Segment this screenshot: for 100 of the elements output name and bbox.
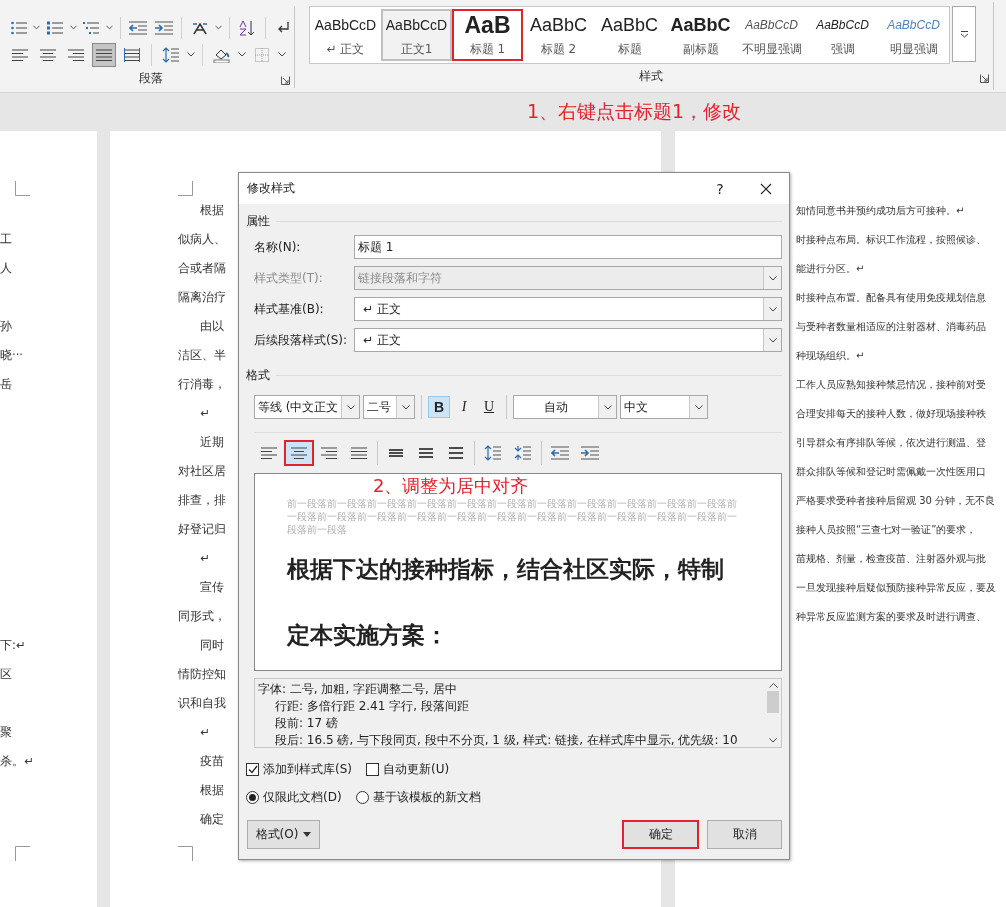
annotation-text: 1、右键点击标题1，修改 — [527, 99, 742, 124]
document-text: 好登记归 — [178, 522, 226, 536]
chevron-down-icon — [69, 25, 77, 31]
document-text: 根据 — [200, 203, 224, 217]
italic-button[interactable]: I — [453, 396, 475, 418]
field-label: 样式类型(T): — [254, 269, 324, 287]
document-text: 近期 — [200, 435, 224, 449]
line-spacing-icon — [448, 446, 464, 460]
chevron-down-icon — [401, 404, 410, 410]
radio-button[interactable] — [246, 791, 259, 804]
dialog-launcher-icon[interactable] — [980, 74, 989, 83]
document-text: 同时 — [200, 638, 224, 652]
document-text: ↵ — [200, 406, 210, 420]
document-text: 杀。↵ — [0, 754, 34, 768]
checkbox[interactable] — [366, 763, 379, 776]
document-text: 人 — [0, 261, 12, 275]
style-gallery-item[interactable]: AaBbCcD 强调 — [807, 9, 878, 61]
field-label: 样式基准(B): — [254, 300, 325, 318]
document-text: 聚 — [0, 725, 12, 739]
cancel-button[interactable]: 取消 — [707, 820, 782, 849]
field-label: 后续段落样式(S): — [254, 331, 349, 349]
style-gallery-item[interactable]: AaBbCcD 正文1 — [381, 9, 452, 61]
bullet-list-icon — [10, 20, 27, 35]
paragraph-spacing-icon — [162, 46, 180, 63]
center-button[interactable] — [284, 440, 314, 466]
underline-button[interactable]: U — [478, 396, 500, 418]
ok-button[interactable]: 确定 — [622, 820, 699, 849]
font-size-dropdown[interactable]: 二号 — [363, 395, 415, 419]
checkbox-label[interactable]: 添加到样式库(S) — [263, 761, 352, 778]
document-text: 时接种点布局。标识工作流程，按照候诊、 — [796, 234, 986, 245]
margin-corner-mark — [178, 846, 193, 861]
document-text: 对社区居 — [178, 464, 226, 478]
multilevel-list-icon — [83, 20, 100, 35]
style-gallery-item[interactable]: AaB 标题 1 — [452, 9, 523, 61]
document-text: 似病人、 — [178, 232, 226, 246]
chevron-down-icon — [694, 404, 703, 410]
checkbox-label[interactable]: 自动更新(U) — [383, 761, 450, 778]
alignment-icon — [12, 47, 28, 62]
margin-corner-mark — [15, 846, 30, 861]
document-text: 时接种点布置。配备具有使用免疫规划信息 — [796, 292, 986, 303]
font-dropdown[interactable]: 等线 (中文正文 — [254, 395, 360, 419]
chevron-down-icon — [959, 30, 969, 38]
document-text: 合理安排每天的接种人数，做好现场接种秩 — [796, 408, 986, 419]
margin-corner-mark — [15, 181, 30, 196]
dropdown-field[interactable]: ↵ 正文 — [354, 328, 782, 352]
document-text: 隔离治疗 — [178, 290, 226, 304]
style-gallery-item[interactable]: AaBbCcD ↵ 正文 — [310, 9, 381, 61]
alignment-icon — [40, 47, 56, 62]
description-line: 字体: 二号, 加粗, 字距调整二号, 居中 — [258, 681, 458, 698]
letter-a-icon — [190, 20, 209, 35]
radio-button[interactable] — [355, 791, 369, 804]
paragraph-spacing-icon — [514, 445, 532, 461]
document-text: 严格要求受种者接种后留观 30 分钟，无不良 — [796, 495, 996, 506]
section-heading: 属性 — [246, 212, 270, 230]
numbered-list-icon — [46, 20, 63, 35]
document-text: 引导群众有序排队等候，依次进行测温、登 — [796, 437, 986, 448]
font-color-dropdown[interactable]: 自动 — [513, 395, 617, 419]
chevron-down-icon — [214, 25, 222, 31]
outdent-icon — [551, 446, 569, 460]
input-field[interactable]: 标题 1 — [354, 235, 782, 259]
align-left-icon — [261, 446, 277, 460]
indent-icon — [581, 446, 599, 460]
radio-label[interactable]: 基于该模板的新文档 — [372, 789, 481, 806]
margin-corner-mark — [178, 181, 193, 196]
group-label: 样式 — [639, 67, 663, 85]
group-label: 段落 — [139, 69, 163, 87]
dropdown-field[interactable]: ↵ 正文 — [354, 297, 782, 321]
style-gallery-item[interactable]: AaBbC 标题 — [594, 9, 665, 61]
document-text: 行消毒， — [178, 377, 226, 391]
chevron-down-icon — [603, 404, 612, 410]
style-gallery-item[interactable]: AaBbC 副标题 — [665, 9, 736, 61]
document-text: 孙 — [0, 319, 12, 333]
style-gallery-item[interactable]: AaBbC 标题 2 — [523, 9, 594, 61]
chevron-down-icon — [33, 25, 41, 31]
chevron-down-icon — [768, 306, 777, 312]
language-dropdown[interactable]: 中文 — [620, 395, 708, 419]
chevron-up-icon — [768, 683, 778, 688]
bold-button[interactable]: B — [428, 396, 450, 418]
dialog-launcher-icon[interactable] — [281, 76, 290, 85]
alignment-icon — [68, 47, 84, 62]
align-right-icon — [321, 446, 337, 460]
style-gallery-item[interactable]: AaBbCcD 不明显强调 — [736, 9, 807, 61]
description-line: 行距: 多倍行距 2.41 字行, 段落间距 — [274, 698, 470, 715]
document-text: 确定 — [200, 812, 224, 826]
checkbox[interactable] — [246, 763, 259, 776]
return-arrow-icon — [276, 20, 291, 35]
document-text: 根据 — [200, 783, 224, 797]
help-button[interactable]: ? — [697, 180, 743, 197]
justify-button[interactable] — [92, 42, 116, 67]
radio-label[interactable]: 仅限此文档(D) — [263, 789, 342, 806]
chevron-down-icon — [768, 337, 777, 343]
section-heading: 格式 — [246, 366, 270, 384]
document-text: 区 — [0, 667, 12, 681]
format-menu-button[interactable]: 格式(O) — [247, 820, 320, 849]
caret-icon — [303, 832, 312, 837]
document-text: 情防控知 — [178, 667, 226, 681]
document-text: ↵ — [200, 725, 210, 739]
style-gallery-item[interactable]: AaBbCcD 明显强调 — [878, 9, 949, 61]
line-spacing-icon — [388, 446, 404, 460]
document-text: 岳 — [0, 377, 12, 391]
